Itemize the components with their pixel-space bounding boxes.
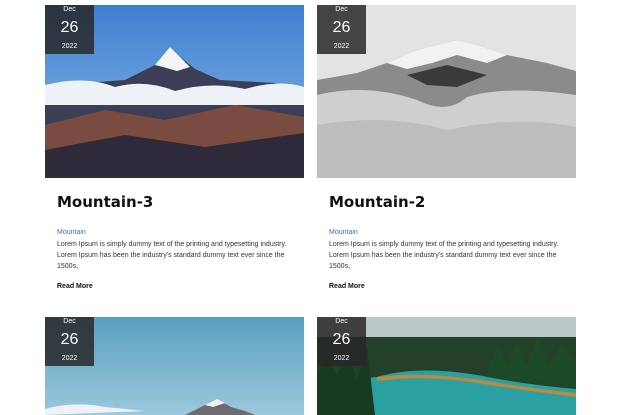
- card-image-link[interactable]: Dec 26 2022: [317, 5, 576, 178]
- blog-card: Dec 26 2022 Mountain-3 Mountain Lorem Ip…: [45, 5, 304, 293]
- date-month: Dec: [335, 318, 348, 325]
- blog-card: Dec 26 2022 Mountain-2 Mountain Lorem Ip…: [317, 5, 576, 293]
- date-day: 26: [332, 331, 351, 348]
- card-title[interactable]: Mountain-2: [329, 192, 564, 212]
- card-excerpt: Lorem Ipsum is simply dummy text of the …: [57, 241, 287, 270]
- date-badge: Dec 26 2022: [45, 317, 94, 366]
- blog-card: Dec 26 2022: [45, 317, 304, 415]
- date-day: 26: [332, 19, 351, 36]
- blog-card: Dec 26 2022: [317, 317, 576, 415]
- date-badge: Dec 26 2022: [45, 5, 94, 54]
- card-excerpt: Lorem Ipsum is simply dummy text of the …: [329, 241, 559, 270]
- date-month: Dec: [63, 6, 76, 13]
- card-image-link[interactable]: Dec 26 2022: [45, 317, 304, 415]
- card-image-link[interactable]: Dec 26 2022: [45, 5, 304, 178]
- date-year: 2022: [333, 355, 350, 362]
- read-more-link[interactable]: Read More: [57, 283, 93, 290]
- date-day: 26: [60, 19, 79, 36]
- category-link[interactable]: Mountain: [329, 229, 564, 236]
- date-year: 2022: [333, 43, 350, 50]
- date-badge: Dec 26 2022: [317, 5, 366, 54]
- date-day: 26: [60, 331, 79, 348]
- date-month: Dec: [63, 318, 76, 325]
- date-year: 2022: [61, 355, 78, 362]
- read-more-link[interactable]: Read More: [329, 283, 365, 290]
- date-month: Dec: [335, 6, 348, 13]
- category-link[interactable]: Mountain: [57, 229, 292, 236]
- date-year: 2022: [61, 43, 78, 50]
- date-badge: Dec 26 2022: [317, 317, 366, 366]
- card-image-link[interactable]: Dec 26 2022: [317, 317, 576, 415]
- card-title[interactable]: Mountain-3: [57, 192, 292, 212]
